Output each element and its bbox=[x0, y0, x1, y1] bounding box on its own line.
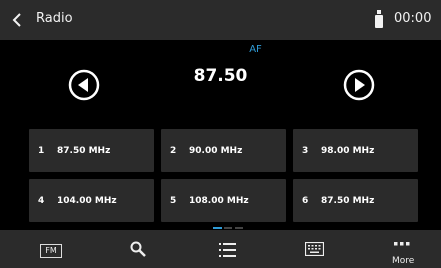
back-chevron-icon[interactable] bbox=[10, 12, 24, 28]
preset-frequency: 87.50 MHz bbox=[57, 146, 111, 156]
page-title: Radio bbox=[36, 11, 73, 26]
more-label: More bbox=[392, 256, 415, 266]
preset-frequency: 104.00 MHz bbox=[57, 196, 117, 206]
radio-main-panel: AF 87.50 1 87.50 MHz 2 90.00 MHz 3 98.00… bbox=[0, 40, 441, 229]
keypad-button[interactable] bbox=[286, 230, 346, 268]
station-list-button[interactable] bbox=[198, 230, 258, 268]
search-button[interactable] bbox=[110, 230, 170, 268]
preset-2[interactable]: 2 90.00 MHz bbox=[161, 129, 286, 172]
top-bar: Radio 00:00 bbox=[0, 0, 441, 40]
af-indicator: AF bbox=[249, 44, 262, 55]
preset-4[interactable]: 4 104.00 MHz bbox=[29, 179, 154, 222]
preset-number: 4 bbox=[38, 196, 45, 206]
preset-6[interactable]: 6 87.50 MHz bbox=[293, 179, 418, 222]
more-dots-icon bbox=[394, 242, 410, 246]
preset-frequency: 90.00 MHz bbox=[189, 146, 243, 156]
preset-1[interactable]: 1 87.50 MHz bbox=[29, 129, 154, 172]
page-indicator-active bbox=[213, 227, 222, 229]
seek-next-button[interactable] bbox=[343, 69, 375, 101]
page-indicator bbox=[235, 227, 243, 229]
preset-frequency: 87.50 MHz bbox=[321, 196, 375, 206]
preset-frequency: 98.00 MHz bbox=[321, 146, 375, 156]
preset-number: 6 bbox=[302, 196, 309, 206]
preset-3[interactable]: 3 98.00 MHz bbox=[293, 129, 418, 172]
seek-previous-button[interactable] bbox=[68, 69, 100, 101]
page-indicator bbox=[224, 227, 232, 229]
usb-drive-icon bbox=[375, 10, 383, 28]
keyboard-icon bbox=[305, 242, 324, 256]
bottom-bar: FM bbox=[0, 230, 441, 268]
preset-number: 3 bbox=[302, 146, 309, 156]
preset-frequency: 108.00 MHz bbox=[189, 196, 249, 206]
preset-5[interactable]: 5 108.00 MHz bbox=[161, 179, 286, 222]
fm-band-icon: FM bbox=[40, 244, 62, 258]
preset-number: 2 bbox=[170, 146, 177, 156]
search-icon bbox=[130, 241, 146, 257]
preset-number: 5 bbox=[170, 196, 177, 206]
list-icon bbox=[219, 243, 236, 257]
clock: 00:00 bbox=[394, 11, 432, 26]
band-button[interactable]: FM bbox=[21, 230, 81, 268]
preset-number: 1 bbox=[38, 146, 45, 156]
